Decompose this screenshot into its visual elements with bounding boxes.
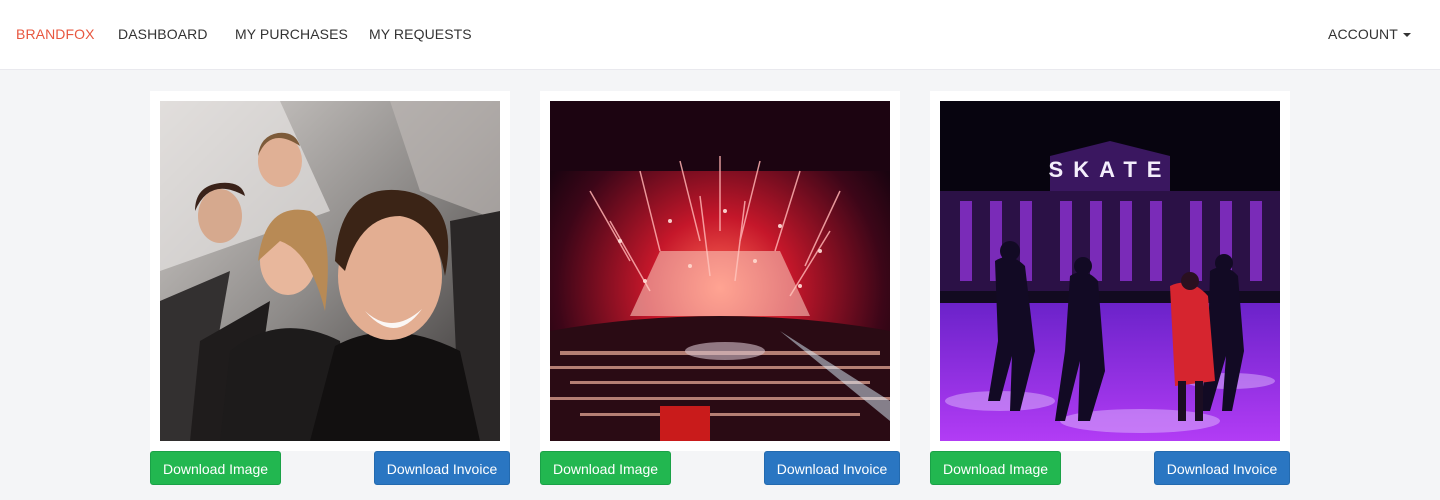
nav-my-purchases-link[interactable]: MY PURCHASES [235, 26, 348, 42]
download-invoice-button[interactable]: Download Invoice [764, 451, 900, 485]
purchase-card: SKATE [930, 91, 1290, 451]
caret-down-icon [1402, 33, 1411, 38]
nav-my-requests-link[interactable]: MY REQUESTS [369, 26, 472, 42]
skate-sign-text: SKATE [1049, 157, 1172, 182]
purchase-card [540, 91, 900, 451]
account-dropdown[interactable]: ACCOUNT [1328, 26, 1411, 42]
account-label: ACCOUNT [1328, 26, 1398, 42]
purchase-card [150, 91, 510, 451]
nav-dashboard-link[interactable]: DASHBOARD [118, 26, 208, 42]
top-navbar: BRANDFOX DASHBOARD MY PURCHASES MY REQUE… [0, 0, 1440, 70]
purchase-thumbnail-concert[interactable] [550, 101, 890, 441]
download-image-button[interactable]: Download Image [540, 451, 671, 485]
download-invoice-button[interactable]: Download Invoice [374, 451, 510, 485]
brand-logo-link[interactable]: BRANDFOX [16, 26, 95, 42]
download-image-button[interactable]: Download Image [150, 451, 281, 485]
download-image-button[interactable]: Download Image [930, 451, 1061, 485]
download-invoice-button[interactable]: Download Invoice [1154, 451, 1290, 485]
purchase-thumbnail-selfie[interactable] [160, 101, 500, 441]
purchase-thumbnail-skating[interactable]: SKATE [940, 101, 1280, 441]
